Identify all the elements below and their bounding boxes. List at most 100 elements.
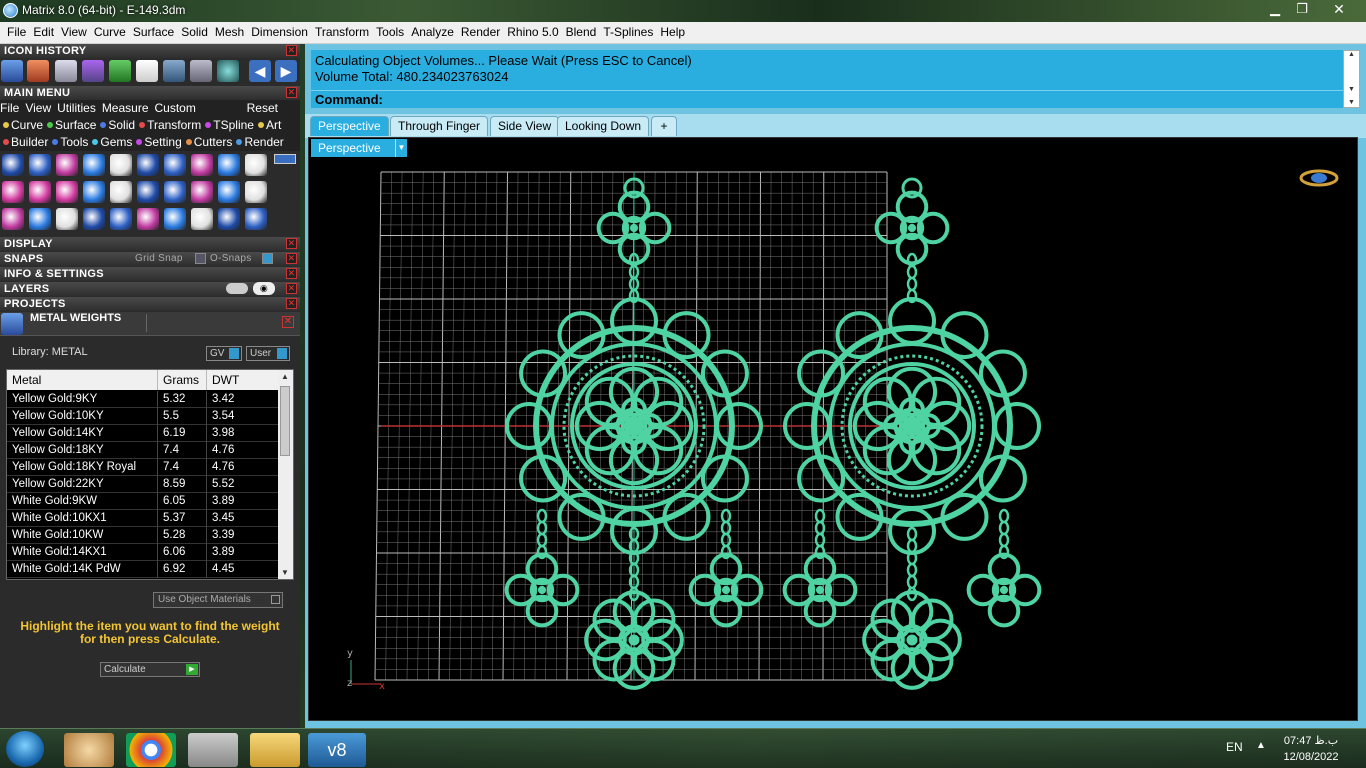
table-row[interactable]: Yellow Gold:22KY 8.59 5.52 bbox=[7, 476, 279, 493]
category-transform[interactable]: Transform bbox=[139, 118, 201, 132]
main-menu-file[interactable]: File bbox=[0, 101, 19, 115]
table-row[interactable]: Yellow Gold:9KY 5.32 3.42 bbox=[7, 391, 279, 408]
minimize-button[interactable]: ▁ bbox=[1262, 0, 1288, 19]
spiral-icon[interactable] bbox=[245, 154, 267, 176]
plus-icon[interactable] bbox=[29, 181, 51, 203]
clock-time[interactable]: 07:47 ب.ظ bbox=[1280, 734, 1342, 747]
cubes-icon[interactable] bbox=[2, 208, 24, 230]
restore-button[interactable]: ❐ bbox=[1289, 0, 1315, 19]
prong-icon[interactable] bbox=[82, 60, 104, 82]
main-menu-custom[interactable]: Custom bbox=[155, 101, 196, 115]
table-row[interactable]: White Gold:14K PdW 6.92 4.45 bbox=[7, 561, 279, 578]
category-render[interactable]: Render bbox=[236, 135, 284, 149]
main-menu-measure[interactable]: Measure bbox=[102, 101, 149, 115]
close-button[interactable]: ✕ bbox=[1316, 0, 1362, 19]
menu-edit[interactable]: Edit bbox=[26, 22, 54, 43]
tray-expand-icon[interactable]: ▲ bbox=[1256, 740, 1266, 751]
document-icon[interactable] bbox=[136, 60, 158, 82]
table-row[interactable]: Yellow Gold:14KY 6.19 3.98 bbox=[7, 425, 279, 442]
scroll-down-icon[interactable]: ▼ bbox=[1344, 99, 1359, 106]
column-header-metal[interactable]: Metal bbox=[7, 370, 158, 390]
perspective-viewport[interactable]: Perspective ▼ y z x bbox=[308, 137, 1358, 721]
menu-rhino[interactable]: Rhino 5.0 bbox=[500, 22, 558, 43]
osnaps-toggle[interactable]: O-Snaps bbox=[210, 252, 252, 266]
grid-snap-toggle[interactable]: Grid Snap bbox=[135, 252, 183, 266]
language-indicator[interactable]: EN bbox=[1226, 740, 1243, 754]
calculator-icon[interactable] bbox=[188, 733, 238, 767]
menu-tsplines[interactable]: T-Splines bbox=[596, 22, 653, 43]
menu-dimension[interactable]: Dimension bbox=[244, 22, 308, 43]
globe-icon[interactable] bbox=[217, 60, 239, 82]
corner-icon[interactable] bbox=[137, 208, 159, 230]
split-icon[interactable] bbox=[110, 154, 132, 176]
folder-icon[interactable] bbox=[250, 733, 300, 767]
menu-solid[interactable]: Solid bbox=[174, 22, 208, 43]
table-row[interactable]: Yellow Gold:18KY Royal 7.4 4.76 bbox=[7, 459, 279, 476]
tab-through-finger[interactable]: Through Finger bbox=[390, 116, 489, 136]
clock-date[interactable]: 12/08/2022 bbox=[1278, 751, 1344, 763]
scroll-up-icon[interactable]: ▲ bbox=[1344, 51, 1359, 58]
shield-icon[interactable] bbox=[191, 154, 213, 176]
display-header[interactable]: DISPLAY ✕ bbox=[0, 237, 300, 251]
menu-view[interactable]: View bbox=[54, 22, 87, 43]
menu-tools[interactable]: Tools bbox=[369, 22, 404, 43]
ring-icon[interactable] bbox=[56, 154, 78, 176]
cut-icon[interactable] bbox=[245, 208, 267, 230]
array-icon[interactable] bbox=[218, 181, 240, 203]
plus-icon[interactable] bbox=[2, 181, 24, 203]
scroll-up-icon[interactable]: ▲ bbox=[281, 372, 289, 381]
rail-icon[interactable] bbox=[56, 208, 78, 230]
menu-render[interactable]: Render bbox=[454, 22, 500, 43]
menu-analyze[interactable]: Analyze bbox=[404, 22, 454, 43]
sphere-icon[interactable] bbox=[245, 181, 267, 203]
layers-header[interactable]: LAYERS ◉ ✕ bbox=[0, 282, 300, 296]
close-icon[interactable]: ✕ bbox=[286, 283, 297, 294]
grid-box-icon[interactable] bbox=[137, 181, 159, 203]
projects-header[interactable]: PROJECTS ✕ bbox=[0, 297, 300, 311]
close-icon[interactable]: ✕ bbox=[286, 298, 297, 309]
arc-icon[interactable] bbox=[83, 181, 105, 203]
menu-help[interactable]: Help bbox=[653, 22, 685, 43]
tab-perspective[interactable]: Perspective bbox=[310, 116, 389, 136]
user-checkbox[interactable] bbox=[277, 348, 287, 359]
close-icon[interactable]: ✕ bbox=[286, 253, 297, 264]
grid-icon[interactable] bbox=[109, 60, 131, 82]
category-tspline[interactable]: TSpline bbox=[205, 118, 254, 132]
category-builder[interactable]: Builder bbox=[3, 135, 48, 149]
paint-app-icon[interactable] bbox=[64, 733, 114, 767]
sweep-icon[interactable] bbox=[29, 208, 51, 230]
category-gems[interactable]: Gems bbox=[92, 135, 132, 149]
menu-file[interactable]: File bbox=[0, 22, 26, 43]
close-icon[interactable]: ✕ bbox=[282, 316, 294, 328]
use-object-materials-checkbox[interactable] bbox=[271, 595, 280, 604]
gem-cut-icon[interactable] bbox=[55, 60, 77, 82]
category-tools[interactable]: Tools bbox=[52, 135, 88, 149]
category-surface[interactable]: Surface bbox=[47, 118, 96, 132]
category-setting[interactable]: Setting bbox=[136, 135, 182, 149]
table-row[interactable]: Yellow Gold:18KY 7.4 4.76 bbox=[7, 442, 279, 459]
reset-button[interactable]: Reset bbox=[247, 100, 278, 117]
matrix-taskbar-icon[interactable]: v8 bbox=[308, 733, 366, 767]
use-object-materials-button[interactable]: Use Object Materials bbox=[153, 592, 283, 608]
user-toggle[interactable]: User bbox=[246, 346, 290, 361]
close-icon[interactable]: ✕ bbox=[286, 45, 297, 56]
tab-side-view[interactable]: Side View bbox=[490, 116, 560, 136]
layer-toggle-icon[interactable] bbox=[226, 283, 248, 294]
layout-icon[interactable] bbox=[191, 208, 213, 230]
panel-toggle-icon[interactable] bbox=[274, 154, 296, 164]
column-header-dwt[interactable]: DWT bbox=[207, 370, 279, 390]
close-icon[interactable]: ✕ bbox=[286, 238, 297, 249]
menu-mesh[interactable]: Mesh bbox=[208, 22, 244, 43]
osnaps-checkbox[interactable] bbox=[262, 253, 273, 264]
main-menu-header[interactable]: MAIN MENU ✕ bbox=[0, 86, 300, 100]
category-cutters[interactable]: Cutters bbox=[185, 135, 232, 149]
menu-surface[interactable]: Surface bbox=[126, 22, 174, 43]
table-row[interactable]: White Gold:10KW 5.28 3.39 bbox=[7, 527, 279, 544]
command-scrollbar[interactable]: ▲ ▼ ▼ bbox=[1343, 50, 1360, 108]
snaps-header[interactable]: SNAPS Grid Snap O-Snaps ✕ bbox=[0, 252, 300, 266]
grid-snap-checkbox[interactable] bbox=[195, 253, 206, 264]
check-icon[interactable] bbox=[191, 181, 213, 203]
cup-icon[interactable] bbox=[218, 154, 240, 176]
back-arrow-icon[interactable]: ◀ bbox=[249, 60, 271, 82]
menu-blend[interactable]: Blend bbox=[559, 22, 597, 43]
